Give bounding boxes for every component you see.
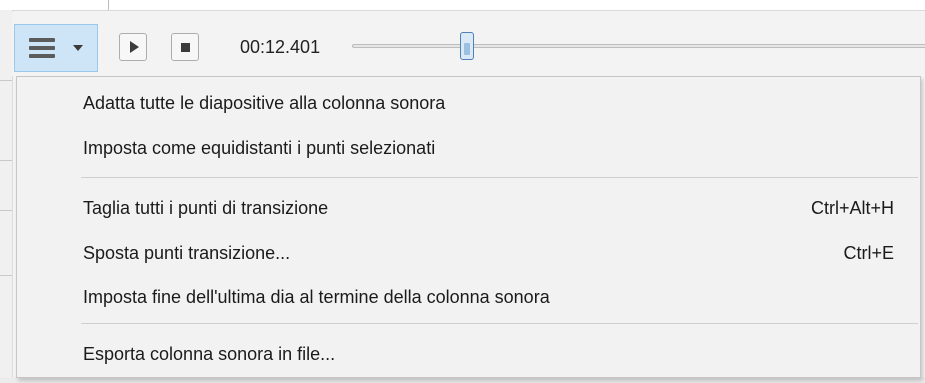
- menu-item-label: Adatta tutte le diapositive alla colonna…: [83, 93, 446, 113]
- menu-item[interactable]: Sposta punti transizione... Ctrl+E: [17, 236, 920, 270]
- menu-separator: [81, 177, 918, 178]
- menu-item-shortcut: Ctrl+Alt+H: [810, 198, 894, 218]
- soundtrack-menu-button[interactable]: [14, 24, 98, 72]
- menu-item-label: Imposta come equidistanti i punti selezi…: [83, 138, 436, 158]
- menu-item[interactable]: Esporta colonna sonora in file...: [17, 337, 920, 371]
- menu-item-label: Taglia tutti i punti di transizione: [83, 198, 329, 218]
- stop-button[interactable]: [171, 33, 199, 61]
- menu-item[interactable]: Imposta fine dell'ultima dia al termine …: [17, 280, 920, 314]
- soundtrack-dropdown-menu: Adatta tutte le diapositive alla colonna…: [16, 76, 921, 378]
- playback-slider-thumb[interactable]: [460, 32, 474, 60]
- left-panel-divider: [0, 210, 12, 211]
- menu-item-label: Esporta colonna sonora in file...: [83, 344, 336, 364]
- left-panel-divider: [0, 160, 12, 161]
- menu-separator: [81, 323, 918, 324]
- top-edge-divider: [108, 0, 109, 10]
- left-panel-divider: [0, 80, 12, 81]
- menu-item[interactable]: Imposta come equidistanti i punti selezi…: [17, 131, 920, 165]
- menu-item-shortcut: Ctrl+E: [843, 243, 894, 263]
- hamburger-menu-icon: [29, 38, 55, 58]
- menu-item[interactable]: Taglia tutti i punti di transizione Ctrl+…: [17, 191, 920, 225]
- menu-item-label: Sposta punti transizione...: [83, 243, 291, 263]
- window-top-edge: [0, 0, 925, 11]
- stop-icon: [181, 43, 190, 52]
- menu-item[interactable]: Adatta tutte le diapositive alla colonna…: [17, 86, 920, 120]
- menu-item-label: Imposta fine dell'ultima dia al termine …: [83, 287, 550, 307]
- left-panel-divider: [0, 275, 12, 276]
- play-icon: [130, 41, 139, 53]
- time-readout: 00:12.401: [240, 37, 321, 57]
- play-button[interactable]: [119, 33, 147, 61]
- playback-slider-track[interactable]: [352, 44, 925, 48]
- chevron-down-icon: [73, 45, 83, 51]
